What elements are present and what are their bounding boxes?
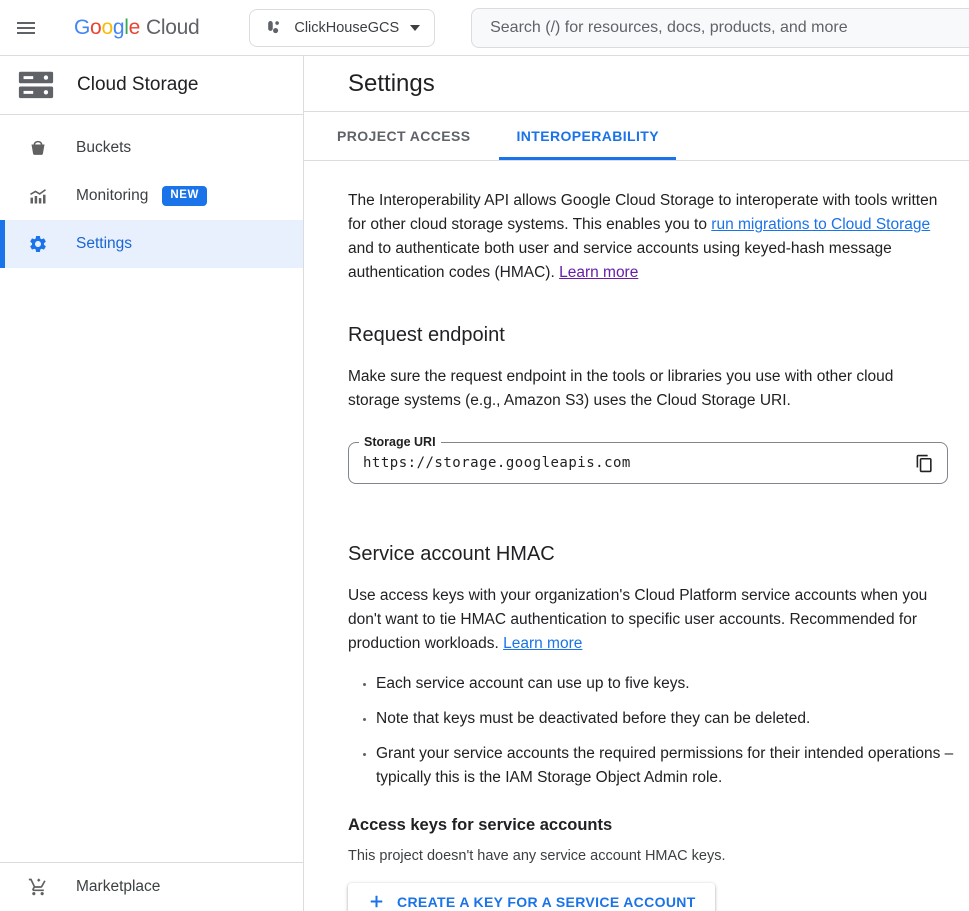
list-item: Each service account can use up to five … bbox=[376, 672, 958, 696]
sidebar-item-label: Monitoring bbox=[76, 187, 148, 205]
sidebar-item-monitoring[interactable]: Monitoring NEW bbox=[0, 172, 303, 220]
request-endpoint-body: Make sure the request endpoint in the to… bbox=[348, 365, 948, 413]
learn-more-link-hmac[interactable]: Learn more bbox=[503, 635, 582, 652]
cart-icon bbox=[28, 877, 48, 897]
service-account-hmac-section: Service account HMAC Use access keys wit… bbox=[348, 540, 952, 790]
create-key-button-label: CREATE A KEY FOR A SERVICE ACCOUNT bbox=[397, 894, 696, 910]
app-shell: Cloud Storage Buckets bbox=[0, 56, 969, 911]
learn-more-link-intro[interactable]: Learn more bbox=[559, 264, 638, 281]
list-item: Grant your service accounts the required… bbox=[376, 742, 958, 790]
logo-cloud-text: Cloud bbox=[146, 16, 199, 40]
hamburger-icon bbox=[14, 16, 38, 40]
access-keys-section: Access keys for service accounts This pr… bbox=[348, 816, 952, 911]
top-bar: Google Cloud ClickHouseGCS bbox=[0, 0, 969, 56]
plus-icon bbox=[367, 892, 386, 911]
page-title: Settings bbox=[348, 70, 435, 98]
logo-letter: g bbox=[113, 16, 124, 40]
access-keys-empty-text: This project doesn't have any service ac… bbox=[348, 848, 952, 864]
main-content: Settings PROJECT ACCESS INTEROPERABILITY… bbox=[304, 56, 969, 911]
logo-letter: e bbox=[129, 16, 140, 40]
tab-bar: PROJECT ACCESS INTEROPERABILITY bbox=[304, 112, 969, 161]
sidebar-item-settings[interactable]: Settings bbox=[0, 220, 303, 268]
intro-paragraph: The Interoperability API allows Google C… bbox=[348, 189, 948, 285]
logo-letter: o bbox=[90, 16, 101, 40]
tab-project-access[interactable]: PROJECT ACCESS bbox=[320, 112, 487, 160]
page-header: Settings bbox=[304, 56, 969, 112]
copy-button[interactable] bbox=[907, 446, 941, 480]
project-selector-button[interactable]: ClickHouseGCS bbox=[249, 9, 435, 47]
cloud-storage-icon bbox=[17, 71, 55, 99]
request-endpoint-section: Request endpoint Make sure the request e… bbox=[348, 321, 952, 484]
hamburger-menu-button[interactable] bbox=[8, 4, 44, 52]
new-badge: NEW bbox=[162, 186, 207, 206]
service-account-hmac-heading: Service account HMAC bbox=[348, 540, 952, 568]
content-copy-icon bbox=[915, 454, 934, 473]
access-keys-heading: Access keys for service accounts bbox=[348, 816, 952, 835]
sidebar-nav: Buckets Monitoring NEW bbox=[0, 115, 303, 268]
storage-uri-label: Storage URI bbox=[359, 435, 441, 449]
chevron-down-icon bbox=[410, 25, 420, 31]
google-cloud-logo[interactable]: Google Cloud bbox=[74, 16, 199, 40]
sidebar-item-buckets[interactable]: Buckets bbox=[0, 124, 303, 172]
tab-panel-interoperability: The Interoperability API allows Google C… bbox=[304, 161, 952, 911]
service-account-hmac-body: Use access keys with your organization's… bbox=[348, 584, 948, 656]
search-bar[interactable] bbox=[471, 8, 969, 48]
logo-letter: G bbox=[74, 16, 90, 40]
create-key-button[interactable]: CREATE A KEY FOR A SERVICE ACCOUNT bbox=[348, 883, 715, 911]
sidebar-item-marketplace[interactable]: Marketplace bbox=[0, 862, 303, 911]
request-endpoint-heading: Request endpoint bbox=[348, 321, 952, 349]
sidebar-item-label: Buckets bbox=[76, 139, 131, 157]
sidebar-header: Cloud Storage bbox=[0, 56, 303, 115]
storage-uri-input[interactable] bbox=[349, 455, 907, 471]
tab-interoperability[interactable]: INTEROPERABILITY bbox=[499, 112, 676, 160]
monitoring-icon bbox=[28, 186, 48, 206]
search-input[interactable] bbox=[488, 18, 964, 38]
hmac-text: Use access keys with your organization's… bbox=[348, 587, 927, 652]
hmac-bullet-list: Each service account can use up to five … bbox=[348, 672, 958, 790]
sidebar-spacer bbox=[0, 268, 303, 862]
project-dots-icon bbox=[264, 18, 283, 37]
logo-letter: o bbox=[101, 16, 112, 40]
project-selector-label: ClickHouseGCS bbox=[294, 20, 399, 36]
list-item: Note that keys must be deactivated befor… bbox=[376, 707, 958, 731]
storage-uri-field: Storage URI bbox=[348, 442, 948, 484]
bucket-icon bbox=[28, 138, 48, 158]
sidebar: Cloud Storage Buckets bbox=[0, 56, 304, 911]
gear-icon bbox=[28, 234, 48, 254]
sidebar-item-label: Settings bbox=[76, 235, 132, 253]
sidebar-item-label: Marketplace bbox=[76, 878, 160, 896]
sidebar-title: Cloud Storage bbox=[77, 74, 198, 96]
run-migrations-link[interactable]: run migrations to Cloud Storage bbox=[711, 216, 930, 233]
